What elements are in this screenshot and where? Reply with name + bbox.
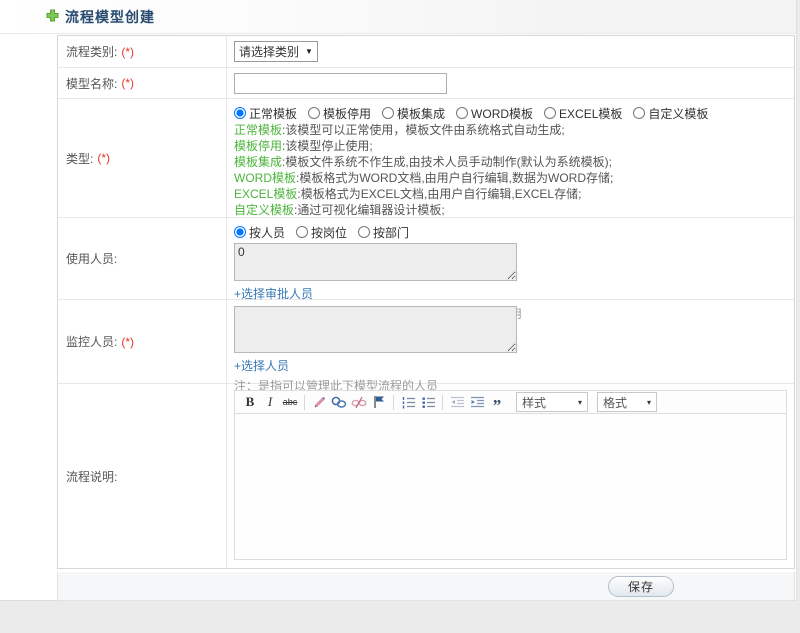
category-required-mark: (*) [121,44,135,59]
editor-toolbar: B I abc ” 样式 ▾ 格式 ▾ [234,390,787,414]
model-name-label: 模型名称: [66,76,118,91]
editor-content-area[interactable] [234,414,787,560]
select-arrow-icon: ▼ [305,47,313,56]
ordered-list-icon[interactable] [399,393,417,412]
users-mode-department[interactable]: 按部门 [358,224,409,241]
outdent-icon[interactable] [448,393,466,412]
type-label-cell: 类型: (*) [58,99,227,217]
type-radio-disabled[interactable]: 模板停用 [308,105,371,122]
add-plus-icon [46,9,59,25]
row-category: 流程类别: (*) 请选择类别 ▼ [58,36,794,68]
type-radio-custom[interactable]: 自定义模板 [633,105,708,122]
italic-icon[interactable]: I [261,393,279,412]
model-name-input[interactable] [234,72,447,94]
type-radio-integrated-input[interactable] [382,107,395,119]
type-desc-word: WORD模板:模板格式为WORD文档,由用户自行编辑,数据为WORD存储; [234,171,614,185]
model-form: 流程类别: (*) 请选择类别 ▼ 模型名称: (*) 类型: (*) 正常模板… [57,35,795,569]
select-monitors-link[interactable]: +选择人员 [234,357,289,374]
type-label: 类型: [66,151,94,166]
users-mode-person-input[interactable] [234,226,246,238]
blockquote-icon[interactable]: ” [488,393,506,414]
dropdown-arrow-icon: ▾ [646,397,651,407]
type-radio-integrated[interactable]: 模板集成 [382,105,445,122]
pencil-icon[interactable] [310,393,328,412]
users-mode-post-input[interactable] [296,226,309,238]
type-desc-disabled: 模板停用:该模型停止使用; [234,139,373,153]
toolbar-separator [304,394,305,410]
type-radio-excel-input[interactable] [544,107,557,119]
page-title: 流程模型创建 [65,8,155,25]
unlink-icon[interactable] [350,393,368,412]
monitors-textarea[interactable] [234,306,517,353]
type-radio-normal-input[interactable] [234,107,246,119]
link-icon[interactable] [330,393,348,412]
toolbar-separator [442,394,443,410]
type-radio-excel[interactable]: EXCEL模板 [544,105,622,122]
row-users: 使用人员: 按人员 按岗位 按部门 0 +选择审批人员 注：是指允许使用此模型的… [58,218,794,321]
type-radio-word[interactable]: WORD模板 [456,105,533,122]
model-name-label-cell: 模型名称: (*) [58,68,227,98]
type-desc-excel: EXCEL模板:模板格式为EXCEL文档,由用户自行编辑,EXCEL存储; [234,187,582,201]
monitors-required-mark: (*) [121,334,135,349]
description-label-cell: 流程说明: [58,384,227,568]
dropdown-arrow-icon: ▾ [577,397,582,407]
flag-icon[interactable] [370,393,388,412]
content-panel: 流程模型创建 流程类别: (*) 请选择类别 ▼ 模型名称: (*) 类型: (… [0,0,797,601]
row-monitors: 监控人员: (*) +选择人员 注：是指可以管理此下模型流程的人员 [58,300,794,393]
description-label: 流程说明: [66,469,118,484]
monitors-label-cell: 监控人员: (*) [58,300,227,383]
page-header: 流程模型创建 [0,0,796,34]
users-label-cell: 使用人员: [58,218,227,299]
users-textarea[interactable]: 0 [234,243,517,281]
monitors-label: 监控人员: [66,335,118,349]
model-name-required-mark: (*) [121,76,135,90]
users-mode-post[interactable]: 按岗位 [296,224,347,241]
row-model-name: 模型名称: (*) [58,68,794,99]
bold-icon[interactable]: B [241,393,259,412]
category-select-value: 请选择类别 [239,45,300,59]
strikethrough-icon[interactable]: abc [281,393,299,412]
indent-icon[interactable] [468,393,486,412]
toolbar-separator [393,394,394,410]
type-radio-disabled-input[interactable] [308,107,321,119]
type-radio-normal[interactable]: 正常模板 [234,105,297,122]
type-radio-group: 正常模板 模板停用 模板集成 WORD模板 EXCEL模板 自定义模板 [234,104,787,122]
form-footer: 保存 [57,572,795,601]
save-button[interactable]: 保存 [608,576,674,597]
style-dropdown[interactable]: 样式 ▾ [516,392,588,412]
users-mode-department-input[interactable] [358,226,371,238]
row-description: 流程说明: B I abc ” 样式 ▾ 格式 ▾ [58,384,794,568]
type-required-mark: (*) [97,151,111,165]
type-radio-custom-input[interactable] [633,107,646,119]
row-type: 类型: (*) 正常模板 模板停用 模板集成 WORD模板 EXCEL模板 自定… [58,99,794,218]
unordered-list-icon[interactable] [419,393,437,412]
rich-text-editor: B I abc ” 样式 ▾ 格式 ▾ [234,390,787,560]
users-mode-radio-group: 按人员 按岗位 按部门 [234,223,787,241]
format-dropdown[interactable]: 格式 ▾ [597,392,657,412]
type-desc-custom: 自定义模板:通过可视化编辑器设计模板; [234,203,445,217]
users-label: 使用人员: [66,252,118,266]
category-label-cell: 流程类别: (*) [58,36,227,67]
type-desc-integrated: 模板集成:模板文件系统不作生成,由技术人员手动制作(默认为系统模板); [234,155,613,169]
type-radio-word-input[interactable] [456,107,469,119]
type-desc-normal: 正常模板:该模型可以正常使用，模板文件由系统格式自动生成; [234,123,565,137]
users-mode-person[interactable]: 按人员 [234,224,285,241]
category-select[interactable]: 请选择类别 ▼ [234,41,318,62]
category-label: 流程类别: [66,45,118,59]
